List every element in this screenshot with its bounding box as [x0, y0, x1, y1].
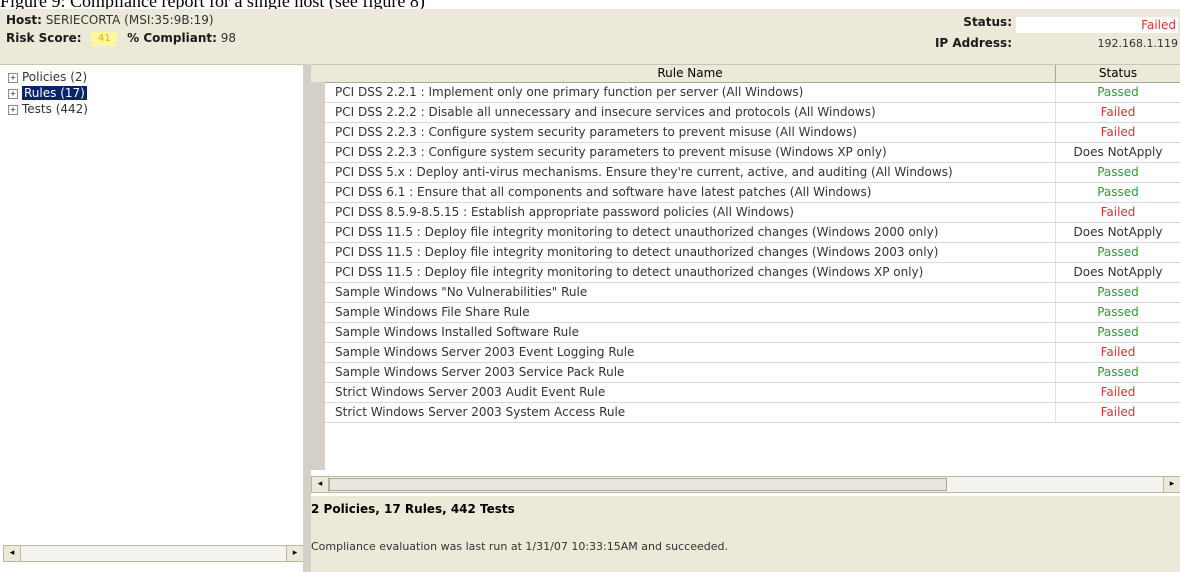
table-row[interactable]: PCI DSS 6.1 : Ensure that all components…: [325, 183, 1180, 203]
rule-name-cell: PCI DSS 8.5.9-8.5.15 : Establish appropr…: [325, 203, 1056, 222]
table-row[interactable]: PCI DSS 8.5.9-8.5.15 : Establish appropr…: [325, 203, 1180, 223]
grid-horizontal-scrollbar[interactable]: ◂ ▸: [311, 476, 1180, 493]
scroll-right-arrow-icon[interactable]: ▸: [1163, 477, 1180, 492]
table-row[interactable]: Sample Windows Installed Software Rule Pa…: [325, 323, 1180, 343]
scroll-left-arrow-icon[interactable]: ◂: [4, 546, 21, 561]
rule-status-cell: Failed: [1100, 125, 1136, 139]
status-value: Failed: [1016, 17, 1178, 33]
host-value: SERIECORTA (MSI:35:9B:19): [45, 13, 214, 27]
table-row[interactable]: Strict Windows Server 2003 Audit Event R…: [325, 383, 1180, 403]
summary-title: 2 Policies, 17 Rules, 442 Tests: [311, 502, 515, 516]
table-row[interactable]: PCI DSS 2.2.3 : Configure system securit…: [325, 143, 1180, 163]
host-label: Host:: [6, 13, 42, 27]
rule-status-cell: Failed: [1100, 385, 1136, 399]
risk-row: Risk Score: 41 % Compliant: 98: [6, 31, 236, 46]
row-header-strip: [311, 82, 325, 470]
table-row[interactable]: Sample Windows Server 2003 Event Logging…: [325, 343, 1180, 363]
summary-text: Compliance evaluation was last run at 1/…: [311, 540, 728, 553]
rule-name-cell: PCI DSS 2.2.3 : Configure system securit…: [325, 143, 1056, 162]
table-row[interactable]: PCI DSS 5.x : Deploy anti-virus mechanis…: [325, 163, 1180, 183]
rule-name-cell: PCI DSS 2.2.1 : Implement only one prima…: [325, 83, 1056, 102]
scroll-left-arrow-icon[interactable]: ◂: [312, 477, 329, 492]
rule-status-cell: Failed: [1100, 105, 1136, 119]
table-row[interactable]: Sample Windows File Share Rule Passed: [325, 303, 1180, 323]
ip-label-wrap: IP Address:: [912, 36, 1012, 50]
table-row[interactable]: PCI DSS 11.5 : Deploy file integrity mon…: [325, 243, 1180, 263]
tree-item-policies[interactable]: + Policies (2): [8, 69, 87, 85]
rule-name-cell: Sample Windows File Share Rule: [325, 303, 1056, 322]
host-row: Host: SERIECORTA (MSI:35:9B:19): [6, 13, 214, 27]
column-header-rule-name[interactable]: Rule Name: [325, 65, 1056, 82]
rule-status-cell: Failed: [1100, 345, 1136, 359]
tree-item-label: Tests (442): [22, 102, 88, 116]
rule-name-cell: PCI DSS 2.2.2 : Disable all unnecessary …: [325, 103, 1056, 122]
rule-name-cell: PCI DSS 11.5 : Deploy file integrity mon…: [325, 243, 1056, 262]
rule-status-cell: Passed: [1097, 245, 1139, 259]
tree-item-label: Rules (17): [22, 86, 87, 100]
table-row[interactable]: Sample Windows Server 2003 Service Pack …: [325, 363, 1180, 383]
compliant-value: 98: [220, 31, 237, 45]
tree-item-label: Policies (2): [22, 70, 88, 84]
rule-status-cell: Passed: [1097, 185, 1139, 199]
rule-name-cell: Strict Windows Server 2003 Audit Event R…: [325, 383, 1056, 402]
tree-horizontal-scrollbar[interactable]: ◂ ▸: [3, 545, 303, 562]
rules-grid: Rule Name Status PCI DSS 2.2.1 : Impleme…: [311, 64, 1180, 496]
rule-name-cell: Sample Windows Server 2003 Service Pack …: [325, 363, 1056, 382]
tree-expand-icon[interactable]: +: [8, 104, 18, 115]
rule-name-cell: PCI DSS 2.2.3 : Configure system securit…: [325, 123, 1056, 142]
rule-name-cell: Sample Windows Server 2003 Event Logging…: [325, 343, 1056, 362]
table-row[interactable]: PCI DSS 2.2.1 : Implement only one prima…: [325, 83, 1180, 103]
table-row[interactable]: PCI DSS 2.2.3 : Configure system securit…: [325, 123, 1180, 143]
table-row[interactable]: Sample Windows "No Vulnerabilities" Rule…: [325, 283, 1180, 303]
column-header-status[interactable]: Status: [1056, 65, 1180, 82]
rule-status-cell: Failed: [1100, 205, 1136, 219]
status-label: Status:: [963, 15, 1012, 29]
rule-name-cell: Sample Windows "No Vulnerabilities" Rule: [325, 283, 1056, 302]
panel-splitter[interactable]: [303, 64, 311, 572]
ip-value: 192.168.1.119: [1097, 37, 1178, 50]
rule-name-cell: PCI DSS 11.5 : Deploy file integrity mon…: [325, 223, 1056, 242]
host-header-panel: Host: SERIECORTA (MSI:35:9B:19) Risk Sco…: [0, 9, 1180, 64]
scrollbar-thumb[interactable]: [329, 478, 947, 491]
risk-score-label: Risk Score:: [6, 31, 82, 45]
rule-name-cell: PCI DSS 6.1 : Ensure that all components…: [325, 183, 1056, 202]
table-row[interactable]: Strict Windows Server 2003 System Access…: [325, 403, 1180, 423]
rule-status-cell: Passed: [1097, 85, 1139, 99]
rule-status-cell: Does NotApply: [1073, 265, 1163, 279]
table-row[interactable]: PCI DSS 2.2.2 : Disable all unnecessary …: [325, 103, 1180, 123]
tree-expand-icon[interactable]: +: [8, 88, 18, 99]
tree-item-tests[interactable]: + Tests (442): [8, 101, 88, 117]
rule-status-cell: Passed: [1097, 165, 1139, 179]
table-row[interactable]: PCI DSS 11.5 : Deploy file integrity mon…: [325, 223, 1180, 243]
ip-label: IP Address:: [934, 36, 1012, 50]
rule-status-cell: Failed: [1100, 405, 1136, 419]
figure-caption: Figure 9: Compliance report for a single…: [0, 0, 425, 11]
tree-item-rules[interactable]: + Rules (17): [8, 85, 87, 101]
summary-panel: 2 Policies, 17 Rules, 442 Tests Complian…: [311, 496, 1180, 572]
rule-name-cell: PCI DSS 11.5 : Deploy file integrity mon…: [325, 263, 1056, 282]
rule-name-cell: PCI DSS 5.x : Deploy anti-virus mechanis…: [325, 163, 1056, 182]
rule-status-cell: Passed: [1097, 285, 1139, 299]
rule-status-cell: Passed: [1097, 305, 1139, 319]
tree-expand-icon[interactable]: +: [8, 72, 18, 83]
scroll-right-arrow-icon[interactable]: ▸: [286, 546, 303, 561]
risk-score-value: 41: [91, 31, 118, 46]
table-row[interactable]: PCI DSS 11.5 : Deploy file integrity mon…: [325, 263, 1180, 283]
grid-header: Rule Name Status: [311, 65, 1180, 83]
rule-status-cell: Does NotApply: [1073, 225, 1163, 239]
rule-status-cell: Passed: [1097, 325, 1139, 339]
navigation-tree: + Policies (2) + Rules (17) + Tests (442) ◂…: [0, 64, 303, 572]
status-label-wrap: Status:: [932, 15, 1012, 29]
rule-status-cell: Does NotApply: [1073, 145, 1163, 159]
compliant-label: % Compliant:: [127, 31, 217, 45]
rule-name-cell: Sample Windows Installed Software Rule: [325, 323, 1056, 342]
rule-name-cell: Strict Windows Server 2003 System Access…: [325, 403, 1056, 422]
rule-status-cell: Passed: [1097, 365, 1139, 379]
